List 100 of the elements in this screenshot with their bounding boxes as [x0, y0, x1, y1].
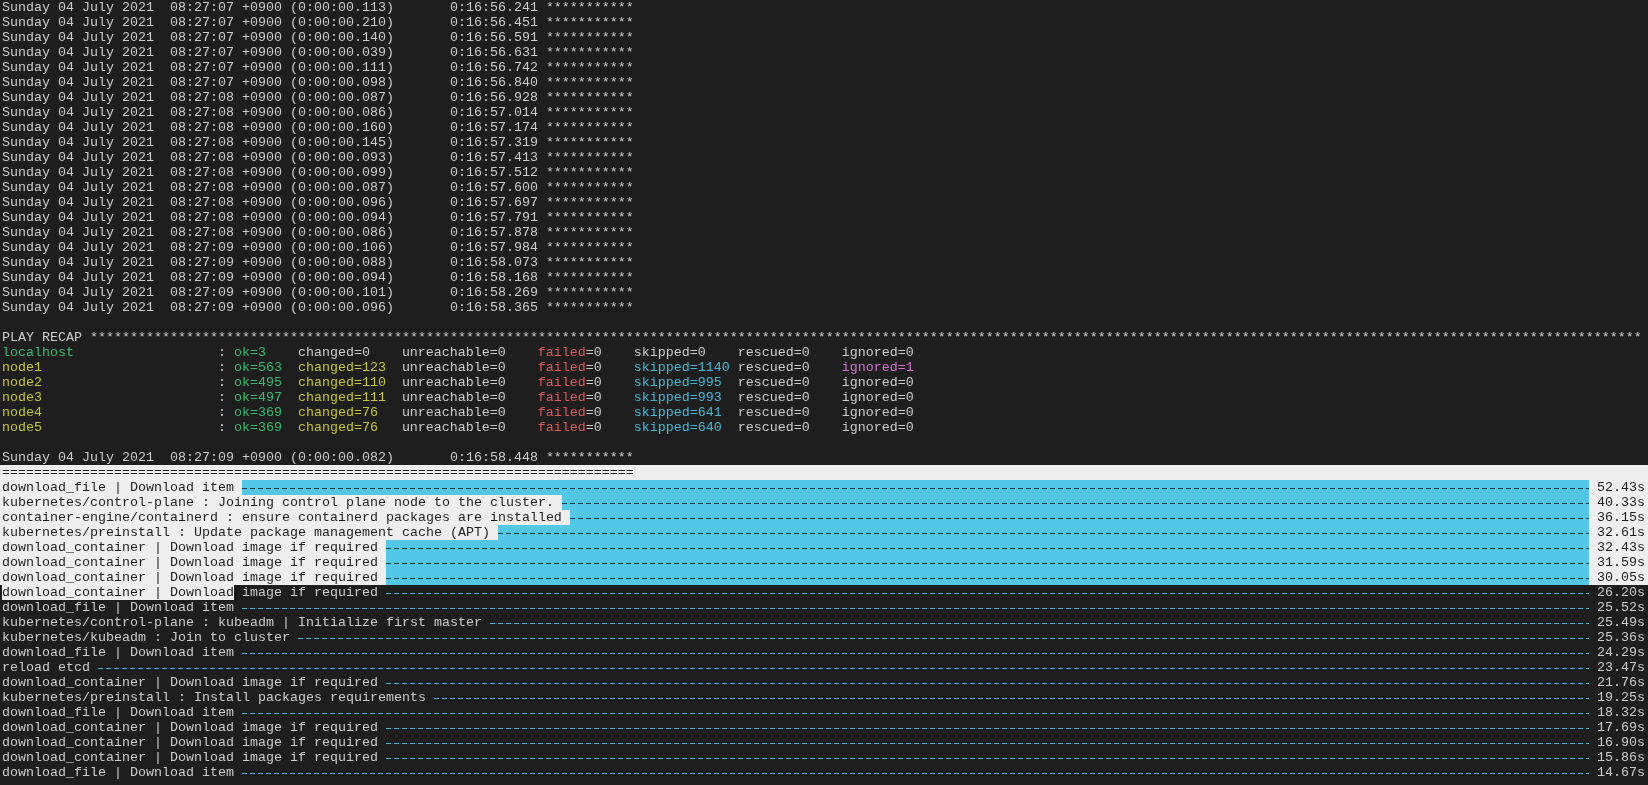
- task-label: download_file | Download item: [2, 765, 234, 780]
- stat-text: ok=495: [233, 375, 282, 390]
- log-line: Sunday 04 July 2021 08:27:07 +0900 (0:00:00.098) 0:16:56.840 ***********: [2, 75, 634, 90]
- stat-text: failed=0: [537, 390, 602, 405]
- task-label: kubernetes/preinstall : Update package management cache (APT): [2, 525, 490, 540]
- task-label: download_container | Download image if required: [2, 735, 378, 750]
- task-time: 17.69s: [1597, 720, 1645, 735]
- stat-text: failed=0: [537, 345, 602, 360]
- separator-text: :: [217, 360, 227, 375]
- stat-text: ok=369: [233, 420, 282, 435]
- stat-text: ignored=0: [841, 345, 914, 360]
- recap-header: PLAY RECAP **************************************************************************************************************************************************************************************************: [2, 330, 1642, 345]
- task-label: download_container | Download image if required: [2, 570, 378, 585]
- text-cursor-icon: [233, 586, 239, 600]
- task-time: 25.36s: [1597, 630, 1645, 645]
- stat-text: changed=76: [297, 420, 378, 435]
- log-line: Sunday 04 July 2021 08:27:08 +0900 (0:00:00.093) 0:16:57.413 ***********: [2, 150, 634, 165]
- log-line: Sunday 04 July 2021 08:27:07 +0900 (0:00:00.111) 0:16:56.742 ***********: [2, 60, 634, 75]
- separator-text: :: [217, 390, 227, 405]
- stat-text: failed=0: [537, 360, 602, 375]
- stat-text: ignored=1: [841, 360, 914, 375]
- stat-text: unreachable=0: [401, 375, 506, 390]
- stat-text: rescued=0: [737, 375, 810, 390]
- stat-text: skipped=0: [633, 345, 706, 360]
- stat-text: failed=0: [537, 375, 602, 390]
- task-time: 25.49s: [1597, 615, 1645, 630]
- task-label: download_container | Download image if required: [2, 555, 378, 570]
- task-time: 32.61s: [1597, 525, 1645, 540]
- task-time: 21.76s: [1597, 675, 1645, 690]
- stat-text: ok=369: [233, 405, 282, 420]
- task-label: kubernetes/control-plane : Joining control plane node to the cluster.: [2, 495, 554, 510]
- stat-text: ignored=0: [841, 405, 914, 420]
- task-label: kubernetes/control-plane : kubeadm | Initialize first master: [2, 615, 482, 630]
- separator-text: :: [217, 420, 227, 435]
- log-line: Sunday 04 July 2021 08:27:08 +0900 (0:00:00.160) 0:16:57.174 ***********: [2, 120, 634, 135]
- stat-text: rescued=0: [737, 390, 810, 405]
- stat-text: ignored=0: [841, 420, 914, 435]
- stat-text: unreachable=0: [401, 360, 506, 375]
- task-label: download_container | Download image if required: [2, 675, 378, 690]
- log-line: Sunday 04 July 2021 08:27:09 +0900 (0:00:00.101) 0:16:58.269 ***********: [2, 285, 634, 300]
- separator-text: :: [217, 375, 227, 390]
- stat-text: changed=111: [297, 390, 386, 405]
- log-line: Sunday 04 July 2021 08:27:09 +0900 (0:00:00.094) 0:16:58.168 ***********: [2, 270, 634, 285]
- task-time: 25.52s: [1597, 600, 1645, 615]
- log-line: Sunday 04 July 2021 08:27:09 +0900 (0:00:00.106) 0:16:57.984 ***********: [2, 240, 634, 255]
- task-label: download_container | Download image if required: [2, 750, 378, 765]
- task-label: kubernetes/preinstall : Install packages requirements: [2, 690, 426, 705]
- stat-text: unreachable=0: [401, 405, 506, 420]
- host-name: node4: [2, 405, 43, 420]
- host-name: localhost: [2, 345, 75, 360]
- stat-text: skipped=641: [633, 405, 722, 420]
- stat-text: changed=0: [297, 345, 370, 360]
- stat-text: ignored=0: [841, 390, 914, 405]
- task-label: reload etcd: [2, 660, 90, 675]
- task-time: 40.33s: [1597, 495, 1645, 510]
- task-time: 18.32s: [1597, 705, 1645, 720]
- stat-text: skipped=993: [633, 390, 722, 405]
- task-time: 26.20s: [1597, 585, 1645, 600]
- log-line: Sunday 04 July 2021 08:27:07 +0900 (0:00:00.210) 0:16:56.451 ***********: [2, 15, 634, 30]
- task-label: download_file | Download item: [2, 705, 234, 720]
- stat-text: unreachable=0: [401, 345, 506, 360]
- stat-text: rescued=0: [737, 360, 810, 375]
- task-label: download_container | Download image if required: [2, 720, 378, 735]
- stat-text: changed=123: [297, 360, 386, 375]
- task-time: 32.43s: [1597, 540, 1645, 555]
- stat-text: skipped=640: [633, 420, 722, 435]
- stat-text: changed=110: [297, 375, 386, 390]
- host-name: node2: [2, 375, 43, 390]
- log-line: Sunday 04 July 2021 08:27:08 +0900 (0:00:00.099) 0:16:57.512 ***********: [2, 165, 634, 180]
- task-label: kubernetes/kubeadm : Join to cluster: [2, 630, 290, 645]
- stat-text: rescued=0: [737, 405, 810, 420]
- task-time: 24.29s: [1597, 645, 1645, 660]
- host-name: node5: [2, 420, 43, 435]
- task-label: download_file | Download item: [2, 480, 234, 495]
- stat-text: rescued=0: [737, 420, 810, 435]
- stat-text: ok=563: [233, 360, 282, 375]
- log-line: Sunday 04 July 2021 08:27:08 +0900 (0:00:00.094) 0:16:57.791 ***********: [2, 210, 634, 225]
- task-time: 15.86s: [1597, 750, 1645, 765]
- host-name: node1: [2, 360, 43, 375]
- stat-text: unreachable=0: [401, 390, 506, 405]
- task-label: download_file | Download item: [2, 600, 234, 615]
- stat-text: ok=3: [233, 345, 266, 360]
- task-label: download_container | Download image if required: [2, 540, 378, 555]
- stat-text: failed=0: [537, 420, 602, 435]
- task-time: 36.15s: [1597, 510, 1645, 525]
- separator-text: :: [217, 345, 227, 360]
- stat-text: skipped=1140: [633, 360, 730, 375]
- task-time: 23.47s: [1597, 660, 1645, 675]
- stat-text: ignored=0: [841, 375, 914, 390]
- log-line: Sunday 04 July 2021 08:27:08 +0900 (0:00:00.086) 0:16:57.878 ***********: [2, 225, 634, 240]
- task-time: 52.43s: [1597, 480, 1645, 495]
- log-line: Sunday 04 July 2021 08:27:09 +0900 (0:00:00.088) 0:16:58.073 ***********: [2, 255, 634, 270]
- task-label: download_container | Download image if required: [2, 585, 378, 600]
- log-line: Sunday 04 July 2021 08:27:07 +0900 (0:00:00.039) 0:16:56.631 ***********: [2, 45, 634, 60]
- log-line: Sunday 04 July 2021 08:27:08 +0900 (0:00:00.086) 0:16:57.014 ***********: [2, 105, 634, 120]
- log-line: Sunday 04 July 2021 08:27:09 +0900 (0:00:00.082) 0:16:58.448 ***********: [2, 450, 634, 465]
- stat-text: failed=0: [537, 405, 602, 420]
- task-time: 16.90s: [1597, 735, 1645, 750]
- stat-text: skipped=995: [633, 375, 722, 390]
- stat-text: ok=497: [233, 390, 282, 405]
